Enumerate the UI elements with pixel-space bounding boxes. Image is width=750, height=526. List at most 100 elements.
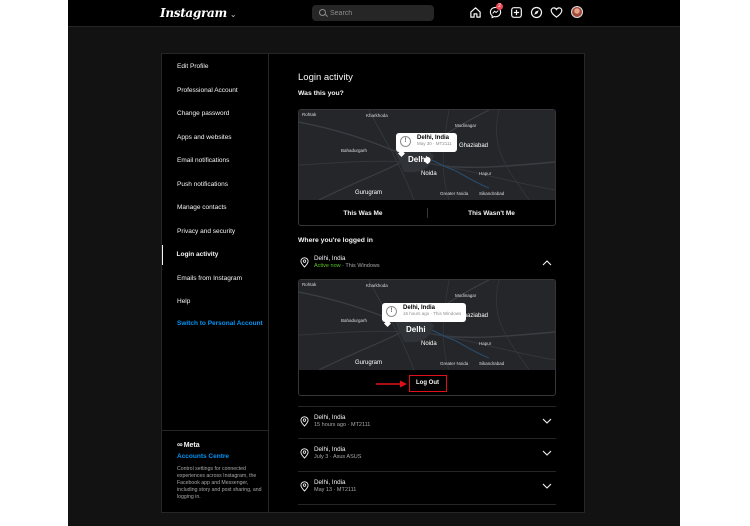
location-pin-icon [300, 416, 309, 427]
map-label-bahadurgarh: Bahadurgarh [341, 148, 368, 153]
meta-infinity-icon: ∞ [177, 440, 183, 449]
this-wasnt-me-button[interactable]: This Wasn't Me [428, 200, 555, 225]
session-detail: 15 hours ago · MT2111 [314, 422, 371, 428]
heart-icon[interactable] [550, 6, 563, 19]
sidebar-divider [162, 430, 268, 431]
session-row-active[interactable]: Delhi, India Active now · This Windows [298, 248, 556, 281]
instagram-logo[interactable]: Instagram ⌄ [160, 6, 237, 20]
session-detail: July 3 · Asus ASUS [314, 454, 362, 460]
explore-icon[interactable] [530, 6, 543, 19]
session-location: Delhi, India [314, 255, 346, 262]
session-location: Delhi, India [314, 414, 346, 421]
red-arrow-annotation [376, 380, 407, 388]
app-window: Instagram⌄ 2 Edit Profile Professional A… [68, 0, 680, 526]
session-status: Active now · This Windows [314, 263, 380, 269]
location-pin-icon [300, 481, 309, 492]
meta-logo-text: Meta [183, 442, 200, 449]
map-label-gurugram: Gurugram [355, 360, 383, 366]
search-icon [319, 9, 326, 16]
map-label-rohtak: Rohtak [302, 282, 317, 287]
location-pin-icon [300, 257, 309, 268]
sidebar-item-manage-contacts[interactable]: Manage contacts [162, 198, 268, 218]
sidebar-item-privacy-security[interactable]: Privacy and security [162, 222, 268, 242]
session-location: Delhi, India [314, 446, 346, 453]
session-row[interactable]: Delhi, India May 13 · MT2111 [298, 472, 556, 505]
map-label-delhi: Delhi [406, 325, 426, 334]
meta-logo: ∞Meta [177, 440, 200, 449]
was-this-you-card: Rohtak Kharkhoda Modinagar Bahadurgarh G… [298, 109, 556, 226]
this-was-me-button[interactable]: This Was Me [299, 200, 427, 225]
session-detail: May 13 · MT2111 [314, 487, 357, 493]
active-now-label: Active now [314, 263, 341, 269]
location-tooltip: ! Delhi, India 16 hours ago · This Windo… [382, 303, 467, 322]
page-title: Login activity [298, 72, 353, 83]
map-label-sikandrabad: Sikandrabad [479, 191, 505, 196]
map-label-modinagar: Modinagar [455, 123, 477, 128]
map-label-ghaziabad: Ghaziabad [459, 143, 489, 149]
where-logged-in-heading: Where you're logged in [298, 237, 373, 244]
map-label-kharkhoda: Kharkhoda [366, 113, 388, 118]
map-roads [299, 280, 555, 370]
location-tooltip: ! Delhi, India May 30 · MT2111 [396, 133, 457, 152]
top-navigation-bar: Instagram⌄ 2 [68, 0, 680, 27]
sidebar-item-edit-profile[interactable]: Edit Profile [162, 57, 268, 77]
logo-text: Instagram [160, 6, 227, 20]
alert-icon: ! [400, 136, 411, 147]
sidebar-item-change-password[interactable]: Change password [162, 104, 268, 124]
sidebar-item-email-notifications[interactable]: Email notifications [162, 151, 268, 171]
search-box[interactable] [312, 5, 434, 21]
map-label-hapur: Hapur [479, 341, 492, 346]
log-out-button[interactable]: Log Out [411, 377, 444, 389]
sidebar-item-login-activity[interactable]: Login activity [162, 245, 268, 265]
chevron-up-icon[interactable] [542, 259, 552, 266]
sidebar-item-emails-from-instagram[interactable]: Emails from Instagram [162, 269, 268, 289]
map-pin-icon [384, 320, 391, 327]
chevron-down-icon[interactable] [542, 483, 552, 490]
accounts-centre-description: Control settings for connected experienc… [177, 466, 262, 500]
sidebar-item-help[interactable]: Help [162, 292, 268, 312]
tooltip-time: May 30 · MT2111 [417, 141, 452, 146]
login-location-map[interactable]: Rohtak Kharkhoda Modinagar Bahadurgarh G… [299, 110, 555, 200]
new-post-icon[interactable] [510, 6, 523, 19]
session-row[interactable]: Delhi, India 15 hours ago · MT2111 [298, 406, 556, 439]
chevron-down-icon: ⌄ [229, 10, 237, 19]
settings-sidebar: Edit Profile Professional Account Change… [162, 54, 269, 512]
session-detail-card: Rohtak Kharkhoda Modinagar Bahadurgarh G… [298, 279, 556, 396]
avatar[interactable] [571, 6, 583, 18]
map-label-greater-noida: Greater Noida [440, 191, 469, 196]
sidebar-item-apps-websites[interactable]: Apps and websites [162, 128, 268, 148]
was-this-you-heading: Was this you? [298, 90, 344, 97]
map-label-bahadurgarh: Bahadurgarh [341, 318, 368, 323]
map-label-kharkhoda: Kharkhoda [366, 283, 388, 288]
confirm-buttons: This Was Me This Wasn't Me [299, 200, 555, 225]
alert-icon: ! [386, 306, 397, 317]
chevron-down-icon[interactable] [542, 418, 552, 425]
map-label-greater-noida: Greater Noida [440, 361, 469, 366]
map-label-sikandrabad: Sikandrabad [479, 361, 505, 366]
home-icon[interactable] [469, 6, 482, 19]
map-label-hapur: Hapur [479, 171, 492, 176]
map-pin-icon [398, 150, 405, 157]
tooltip-time: 16 hours ago · This Windows [403, 311, 462, 316]
sidebar-item-professional-account[interactable]: Professional Account [162, 81, 268, 101]
sidebar-item-push-notifications[interactable]: Push notifications [162, 175, 268, 195]
map-label-modinagar: Modinagar [455, 293, 477, 298]
map-marker-icon [424, 157, 431, 164]
switch-to-personal-account-link[interactable]: Switch to Personal Account [162, 314, 268, 334]
notification-badge: 2 [496, 3, 503, 10]
map-label-gurugram: Gurugram [355, 190, 383, 196]
map-label-noida: Noida [421, 341, 437, 347]
session-location-map[interactable]: Rohtak Kharkhoda Modinagar Bahadurgarh G… [299, 280, 555, 370]
chevron-down-icon[interactable] [542, 450, 552, 457]
accounts-centre-link[interactable]: Accounts Centre [177, 453, 229, 460]
session-row[interactable]: Delhi, India July 3 · Asus ASUS [298, 439, 556, 472]
messenger-button[interactable]: 2 [489, 3, 503, 19]
search-input[interactable] [330, 7, 428, 19]
login-activity-content: Login activity Was this you? Rohtak Khar… [269, 54, 585, 512]
map-label-noida: Noida [421, 171, 437, 177]
settings-panel: Edit Profile Professional Account Change… [161, 53, 585, 513]
session-location: Delhi, India [314, 479, 346, 486]
map-label-rohtak: Rohtak [302, 112, 317, 117]
location-pin-icon [300, 448, 309, 459]
logout-highlight-box: Log Out [409, 375, 447, 392]
